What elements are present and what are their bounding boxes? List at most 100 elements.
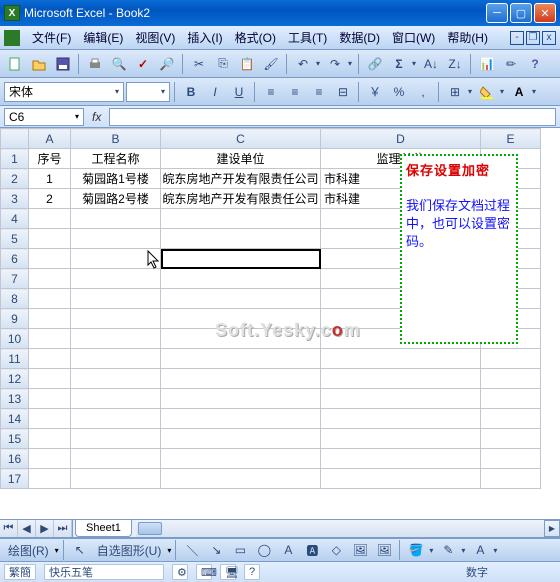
cell[interactable] — [321, 409, 481, 429]
scrollbar-thumb[interactable] — [138, 522, 162, 535]
cell-C6-active[interactable] — [161, 249, 321, 269]
cell[interactable] — [29, 289, 71, 309]
textbox-button[interactable]: A — [277, 539, 299, 561]
cell[interactable] — [71, 429, 161, 449]
borders-button[interactable]: ⊞ — [444, 81, 466, 103]
menu-file[interactable]: 文件(F) — [26, 27, 77, 48]
wordart-button[interactable]: 🅰 — [301, 539, 323, 561]
open-button[interactable] — [28, 53, 50, 75]
cell[interactable] — [29, 229, 71, 249]
ime-server-icon[interactable]: 🖥 — [220, 564, 236, 580]
paste-button[interactable]: 📋 — [236, 53, 258, 75]
cell[interactable] — [161, 209, 321, 229]
cell[interactable] — [71, 389, 161, 409]
cell[interactable] — [321, 389, 481, 409]
tab-nav-prev[interactable]: ◀ — [18, 520, 36, 537]
menu-help[interactable]: 帮助(H) — [441, 27, 494, 48]
cell[interactable] — [29, 309, 71, 329]
row-header[interactable]: 1 — [1, 149, 29, 169]
merge-button[interactable]: ⊟ — [332, 81, 354, 103]
draw-menu[interactable]: 绘图(R) — [4, 542, 53, 559]
cell-A2[interactable]: 1 — [29, 169, 71, 189]
comma-button[interactable]: , — [412, 81, 434, 103]
percent-button[interactable]: % — [388, 81, 410, 103]
cell[interactable] — [161, 449, 321, 469]
cell[interactable] — [29, 249, 71, 269]
scroll-right-button[interactable]: ▶ — [544, 520, 560, 537]
cell[interactable] — [71, 209, 161, 229]
cell[interactable] — [71, 269, 161, 289]
cell[interactable] — [29, 389, 71, 409]
row-header[interactable]: 4 — [1, 209, 29, 229]
redo-dropdown[interactable]: ▾ — [346, 59, 354, 68]
cell[interactable] — [71, 369, 161, 389]
ime-keyboard-icon[interactable]: ⌨ — [196, 564, 212, 580]
fontcolor-button[interactable]: A — [508, 81, 530, 103]
tab-nav-next[interactable]: ▶ — [36, 520, 54, 537]
autosum-dropdown[interactable]: ▾ — [410, 59, 418, 68]
undo-dropdown[interactable]: ▾ — [314, 59, 322, 68]
cut-button[interactable]: ✂ — [188, 53, 210, 75]
sheet-tab[interactable]: Sheet1 — [75, 520, 132, 537]
align-right-button[interactable]: ≡ — [308, 81, 330, 103]
cell[interactable] — [481, 429, 541, 449]
horizontal-scrollbar[interactable]: ▶ — [136, 520, 560, 537]
research-button[interactable]: 🔎 — [156, 53, 178, 75]
name-box[interactable]: C6 ▾ — [4, 108, 84, 126]
ime-toggle[interactable]: 繁簡 — [4, 564, 36, 580]
ime-settings-icon[interactable]: ⚙ — [172, 564, 188, 580]
cell[interactable] — [161, 409, 321, 429]
row-header[interactable]: 2 — [1, 169, 29, 189]
workbook-icon[interactable] — [4, 30, 20, 46]
preview-button[interactable]: 🔍 — [108, 53, 130, 75]
redo-button[interactable]: ↷ — [324, 53, 346, 75]
maximize-button[interactable]: ▢ — [510, 3, 532, 23]
cell[interactable] — [161, 369, 321, 389]
cell[interactable] — [29, 469, 71, 489]
col-header-A[interactable]: A — [29, 129, 71, 149]
close-button[interactable]: ✕ — [534, 3, 556, 23]
cell[interactable] — [71, 409, 161, 429]
row-header[interactable]: 16 — [1, 449, 29, 469]
borders-dropdown[interactable]: ▾ — [466, 87, 474, 96]
bold-button[interactable]: B — [180, 81, 202, 103]
select-objects-button[interactable]: ↖ — [69, 539, 91, 561]
ime-help-icon[interactable]: ? — [244, 564, 260, 580]
mdi-restore[interactable]: ❐ — [526, 31, 540, 45]
col-header-B[interactable]: B — [71, 129, 161, 149]
cell[interactable] — [29, 269, 71, 289]
rectangle-button[interactable]: ▭ — [229, 539, 251, 561]
cell[interactable] — [321, 449, 481, 469]
cell[interactable] — [29, 449, 71, 469]
new-button[interactable] — [4, 53, 26, 75]
oval-button[interactable]: ◯ — [253, 539, 275, 561]
menu-window[interactable]: 窗口(W) — [386, 27, 441, 48]
cell-A1[interactable]: 序号 — [29, 149, 71, 169]
cell[interactable] — [29, 209, 71, 229]
cell-A3[interactable]: 2 — [29, 189, 71, 209]
clipart-button[interactable]: 🖼 — [349, 539, 371, 561]
hyperlink-button[interactable]: 🔗 — [364, 53, 386, 75]
fillcolor-dropdown[interactable]: ▾ — [498, 87, 506, 96]
cell[interactable] — [161, 469, 321, 489]
cell[interactable] — [29, 349, 71, 369]
col-header-C[interactable]: C — [161, 129, 321, 149]
cell[interactable] — [29, 409, 71, 429]
row-header[interactable]: 6 — [1, 249, 29, 269]
cell[interactable] — [71, 289, 161, 309]
align-left-button[interactable]: ≡ — [260, 81, 282, 103]
cell-C2[interactable]: 皖东房地产开发有限责任公司 — [161, 169, 321, 189]
arrow-button[interactable]: ↘ — [205, 539, 227, 561]
cell-B1[interactable]: 工程名称 — [71, 149, 161, 169]
row-header[interactable]: 14 — [1, 409, 29, 429]
menu-insert[interactable]: 插入(I) — [181, 27, 228, 48]
autoshapes-menu[interactable]: 自选图形(U) — [93, 542, 166, 559]
cell[interactable] — [71, 229, 161, 249]
tab-nav-last[interactable]: ⏭ — [54, 520, 72, 537]
row-header[interactable]: 11 — [1, 349, 29, 369]
italic-button[interactable]: I — [204, 81, 226, 103]
picture-button[interactable]: 🖼 — [373, 539, 395, 561]
tab-nav-first[interactable]: ⏮ — [0, 520, 18, 537]
cell[interactable] — [161, 269, 321, 289]
mdi-close[interactable]: x — [542, 31, 556, 45]
